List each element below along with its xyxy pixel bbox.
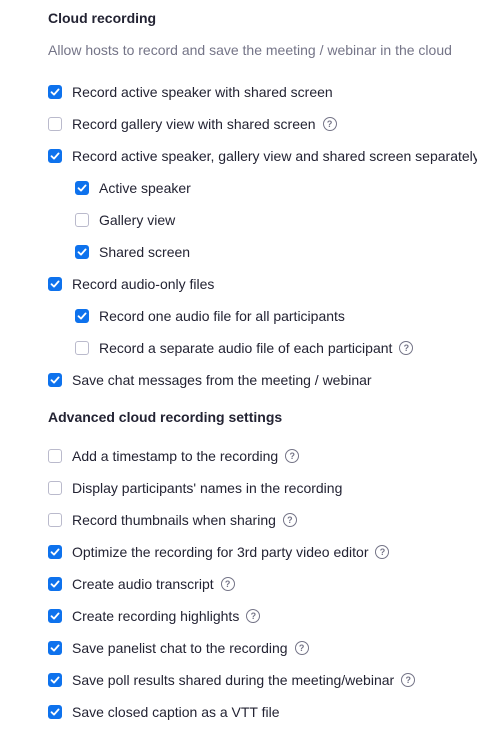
option-record-audio-only-files[interactable]: Record audio-only files xyxy=(48,274,214,294)
option-label: Record a separate audio file of each par… xyxy=(99,340,393,356)
checkbox[interactable] xyxy=(48,577,62,591)
option-label: Save poll results shared during the meet… xyxy=(72,672,395,688)
checkbox[interactable] xyxy=(75,245,89,259)
cloud-recording-description: Allow hosts to record and save the meeti… xyxy=(48,42,452,58)
option-save-panelist-chat-to-the-recording[interactable]: Save panelist chat to the recording? xyxy=(48,638,309,658)
option-add-a-timestamp-to-the-recording[interactable]: Add a timestamp to the recording? xyxy=(48,446,300,466)
checkbox[interactable] xyxy=(48,149,62,163)
option-record-active-speaker-with-shared-screen[interactable]: Record active speaker with shared screen xyxy=(48,82,333,102)
checkbox[interactable] xyxy=(48,373,62,387)
option-gallery-view[interactable]: Gallery view xyxy=(75,210,175,230)
help-icon[interactable]: ? xyxy=(282,513,297,527)
checkbox[interactable] xyxy=(75,181,89,195)
advanced-settings-title: Advanced cloud recording settings xyxy=(48,409,283,425)
checkbox[interactable] xyxy=(75,341,89,355)
checkbox[interactable] xyxy=(48,609,62,623)
help-icon[interactable]: ? xyxy=(220,577,235,591)
checkbox[interactable] xyxy=(48,117,62,131)
option-label: Record active speaker, gallery view and … xyxy=(72,148,477,164)
checkbox[interactable] xyxy=(75,213,89,227)
option-record-one-audio-file-for-all-participants[interactable]: Record one audio file for all participan… xyxy=(75,306,345,326)
help-icon[interactable]: ? xyxy=(322,117,337,131)
option-label: Record thumbnails when sharing xyxy=(72,512,276,528)
checkbox[interactable] xyxy=(48,85,62,99)
option-label: Active speaker xyxy=(99,180,191,196)
option-label: Record active speaker with shared screen xyxy=(72,84,333,100)
checkbox[interactable] xyxy=(48,705,62,719)
checkbox[interactable] xyxy=(48,513,62,527)
help-icon[interactable]: ? xyxy=(375,545,390,559)
checkbox[interactable] xyxy=(48,481,62,495)
option-record-thumbnails-when-sharing[interactable]: Record thumbnails when sharing? xyxy=(48,510,297,530)
option-display-participants-names-in-the-recording[interactable]: Display participants' names in the recor… xyxy=(48,478,342,498)
help-icon[interactable]: ? xyxy=(401,673,416,687)
checkbox[interactable] xyxy=(48,545,62,559)
checkbox[interactable] xyxy=(48,673,62,687)
checkbox[interactable] xyxy=(48,449,62,463)
option-label: Record gallery view with shared screen xyxy=(72,116,316,132)
option-label: Optimize the recording for 3rd party vid… xyxy=(72,544,369,560)
checkbox[interactable] xyxy=(48,277,62,291)
option-label: Create audio transcript xyxy=(72,576,214,592)
option-label: Record audio-only files xyxy=(72,276,215,292)
checkbox[interactable] xyxy=(75,309,89,323)
option-label: Shared screen xyxy=(99,244,191,260)
option-optimize-the-recording-for-3rd-party-video-editor[interactable]: Optimize the recording for 3rd party vid… xyxy=(48,542,390,562)
option-record-active-speaker-gallery-view-and-shared-screen-separately[interactable]: Record active speaker, gallery view and … xyxy=(48,146,477,166)
help-icon[interactable]: ? xyxy=(285,449,300,463)
option-create-recording-highlights[interactable]: Create recording highlights? xyxy=(48,606,261,626)
help-icon[interactable]: ? xyxy=(294,641,309,655)
option-record-a-separate-audio-file-of-each-participant[interactable]: Record a separate audio file of each par… xyxy=(75,338,414,358)
option-save-chat-messages-from-the-meeting-webinar[interactable]: Save chat messages from the meeting / we… xyxy=(48,370,372,390)
option-label: Save chat messages from the meeting / we… xyxy=(72,372,372,388)
option-save-closed-caption-as-a-vtt-file[interactable]: Save closed caption as a VTT file xyxy=(48,702,280,722)
option-record-gallery-view-with-shared-screen[interactable]: Record gallery view with shared screen? xyxy=(48,114,337,134)
option-label: Display participants' names in the recor… xyxy=(72,480,343,496)
option-save-poll-results-shared-during-the-meeting-webinar[interactable]: Save poll results shared during the meet… xyxy=(48,670,416,690)
option-label: Save closed caption as a VTT file xyxy=(72,704,280,720)
option-create-audio-transcript[interactable]: Create audio transcript? xyxy=(48,574,235,594)
option-label: Record one audio file for all participan… xyxy=(99,308,345,324)
option-label: Add a timestamp to the recording xyxy=(72,448,279,464)
option-active-speaker[interactable]: Active speaker xyxy=(75,178,191,198)
help-icon[interactable]: ? xyxy=(399,341,414,355)
option-label: Create recording highlights xyxy=(72,608,240,624)
option-shared-screen[interactable]: Shared screen xyxy=(75,242,190,262)
option-label: Save panelist chat to the recording xyxy=(72,640,288,656)
option-label: Gallery view xyxy=(99,212,176,228)
help-icon[interactable]: ? xyxy=(246,609,261,623)
cloud-recording-title: Cloud recording xyxy=(48,10,157,26)
checkbox[interactable] xyxy=(48,641,62,655)
